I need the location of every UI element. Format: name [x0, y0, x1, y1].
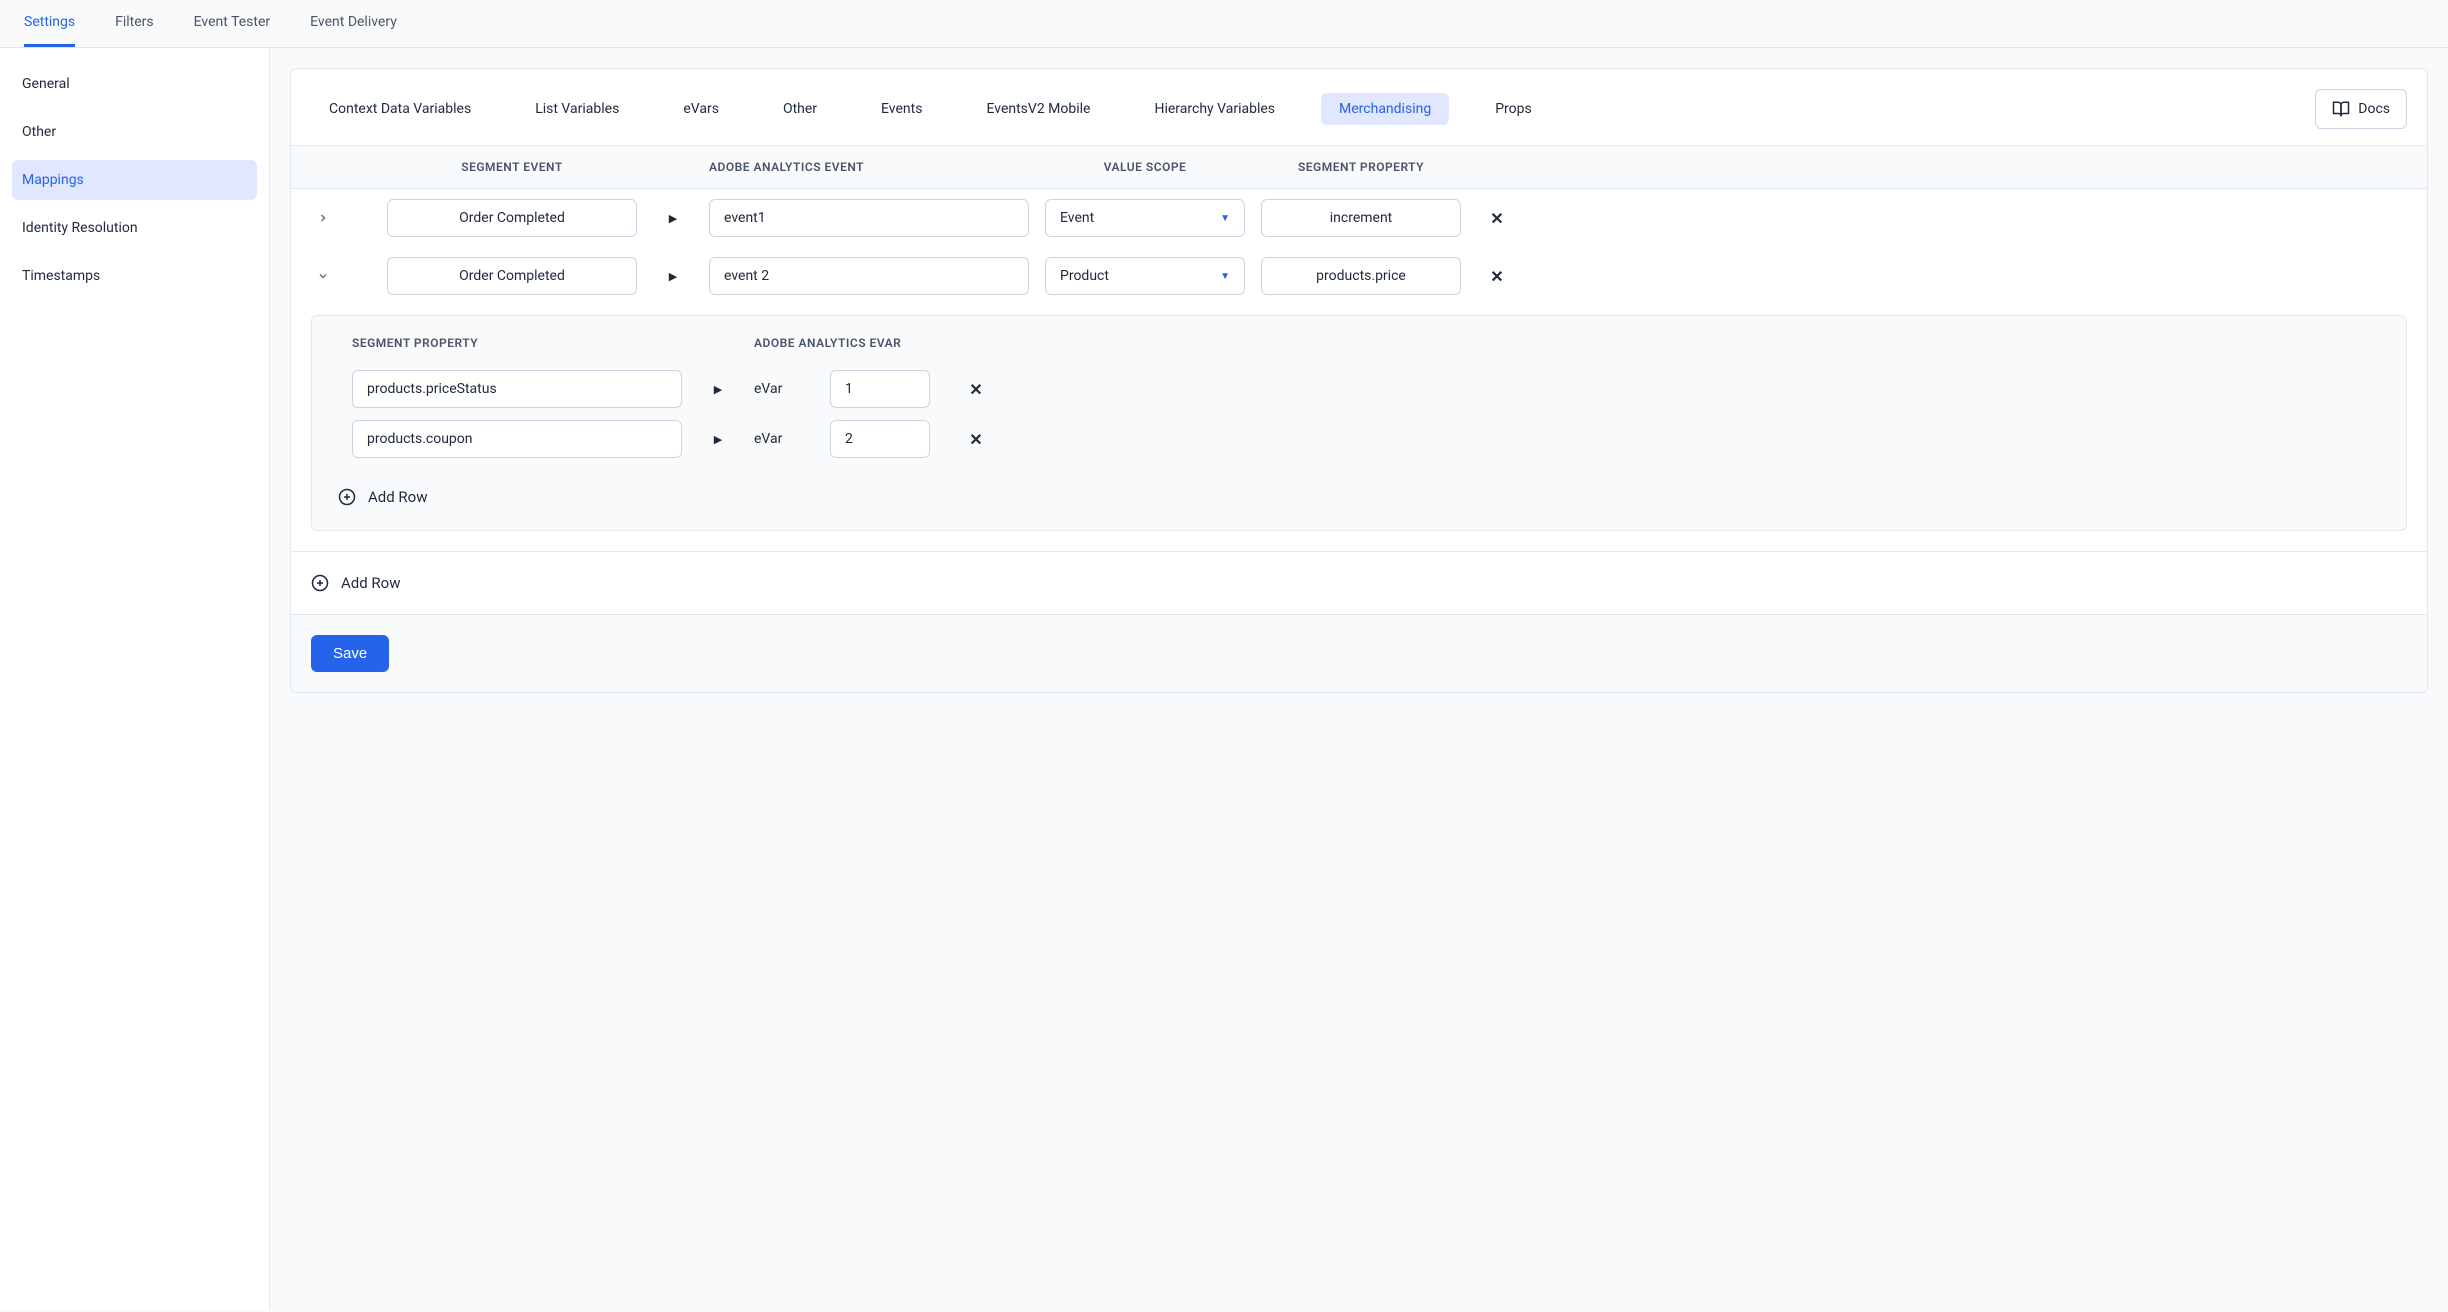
evar-number-input[interactable] [830, 370, 930, 408]
pill-context-data-variables[interactable]: Context Data Variables [311, 93, 489, 125]
mappings-panel: Context Data Variables List Variables eV… [290, 68, 2428, 693]
save-button[interactable]: Save [311, 635, 389, 672]
value-scope-value: Product [1060, 268, 1109, 284]
evar-number-input[interactable] [830, 420, 930, 458]
th-adobe-evar: ADOBE ANALYTICS EVAR [754, 336, 1034, 350]
pill-other[interactable]: Other [765, 93, 835, 125]
segment-property-input[interactable] [352, 370, 682, 408]
value-scope-select[interactable]: Product ▼ [1045, 257, 1245, 295]
pill-merchandising[interactable]: Merchandising [1321, 93, 1449, 125]
pill-props[interactable]: Props [1477, 93, 1550, 125]
caret-down-icon: ▼ [1220, 271, 1230, 282]
mapping-row: ▶ Product ▼ ✕ [291, 247, 2427, 305]
tab-event-delivery[interactable]: Event Delivery [310, 0, 397, 47]
arrow-right-icon: ▶ [698, 383, 738, 396]
pill-hierarchy-variables[interactable]: Hierarchy Variables [1136, 93, 1293, 125]
th-adobe-event: ADOBE ANALYTICS EVENT [709, 160, 1029, 174]
add-evar-row-button[interactable]: Add Row [338, 474, 2380, 520]
evar-row: ▶ eVar ✕ [312, 414, 2406, 464]
arrow-right-icon: ▶ [653, 212, 693, 225]
sidebar: General Other Mappings Identity Resoluti… [0, 48, 270, 1310]
add-mapping-row-button[interactable]: Add Row [291, 551, 2427, 615]
arrow-right-icon: ▶ [698, 433, 738, 446]
delete-evar-button[interactable]: ✕ [946, 430, 1006, 449]
expanded-evar-panel: SEGMENT PROPERTY ADOBE ANALYTICS EVAR ▶ … [311, 315, 2407, 531]
value-scope-select[interactable]: Event ▼ [1045, 199, 1245, 237]
evar-row: ▶ eVar ✕ [312, 364, 2406, 414]
top-tabs: Settings Filters Event Tester Event Deli… [0, 0, 2448, 48]
save-bar: Save [291, 615, 2427, 692]
sidebar-item-general[interactable]: General [12, 64, 257, 104]
evar-label: eVar [754, 381, 814, 397]
pill-list-variables[interactable]: List Variables [517, 93, 637, 125]
sidebar-item-identity-resolution[interactable]: Identity Resolution [12, 208, 257, 248]
pill-evars[interactable]: eVars [665, 93, 737, 125]
expand-toggle[interactable] [311, 264, 335, 288]
arrow-right-icon: ▶ [653, 270, 693, 283]
th-segment-property: SEGMENT PROPERTY [352, 336, 682, 350]
tab-settings[interactable]: Settings [24, 0, 75, 47]
plus-circle-icon [311, 574, 329, 592]
mapping-row: ▶ Event ▼ ✕ [291, 189, 2427, 247]
docs-button[interactable]: Docs [2315, 89, 2407, 129]
chevron-right-icon [317, 212, 329, 224]
sidebar-item-timestamps[interactable]: Timestamps [12, 256, 257, 296]
caret-down-icon: ▼ [1220, 213, 1230, 224]
segment-property-input[interactable] [1261, 257, 1461, 295]
plus-circle-icon [338, 488, 356, 506]
tab-event-tester[interactable]: Event Tester [194, 0, 270, 47]
add-row-label: Add Row [341, 574, 401, 592]
segment-property-input[interactable] [1261, 199, 1461, 237]
segment-property-input[interactable] [352, 420, 682, 458]
th-value-scope: VALUE SCOPE [1045, 160, 1245, 174]
pill-eventsv2-mobile[interactable]: EventsV2 Mobile [968, 93, 1108, 125]
th-segment-event: SEGMENT EVENT [387, 160, 637, 174]
docs-button-label: Docs [2358, 101, 2390, 117]
tab-filters[interactable]: Filters [115, 0, 154, 47]
delete-row-button[interactable]: ✕ [1477, 267, 1517, 286]
sidebar-item-other[interactable]: Other [12, 112, 257, 152]
adobe-event-input[interactable] [709, 199, 1029, 237]
adobe-event-input[interactable] [709, 257, 1029, 295]
sidebar-item-mappings[interactable]: Mappings [12, 160, 257, 200]
pill-tabs: Context Data Variables List Variables eV… [291, 69, 2427, 145]
segment-event-input[interactable] [387, 199, 637, 237]
book-icon [2332, 100, 2350, 118]
delete-row-button[interactable]: ✕ [1477, 209, 1517, 228]
pill-events[interactable]: Events [863, 93, 940, 125]
add-row-label: Add Row [368, 488, 428, 506]
evar-label: eVar [754, 431, 814, 447]
value-scope-value: Event [1060, 210, 1094, 226]
delete-evar-button[interactable]: ✕ [946, 380, 1006, 399]
table-header: SEGMENT EVENT ADOBE ANALYTICS EVENT VALU… [291, 145, 2427, 189]
th-segment-property: SEGMENT PROPERTY [1261, 160, 1461, 174]
chevron-down-icon [317, 270, 329, 282]
expanded-header: SEGMENT PROPERTY ADOBE ANALYTICS EVAR [312, 316, 2406, 364]
segment-event-input[interactable] [387, 257, 637, 295]
expand-toggle[interactable] [311, 206, 335, 230]
